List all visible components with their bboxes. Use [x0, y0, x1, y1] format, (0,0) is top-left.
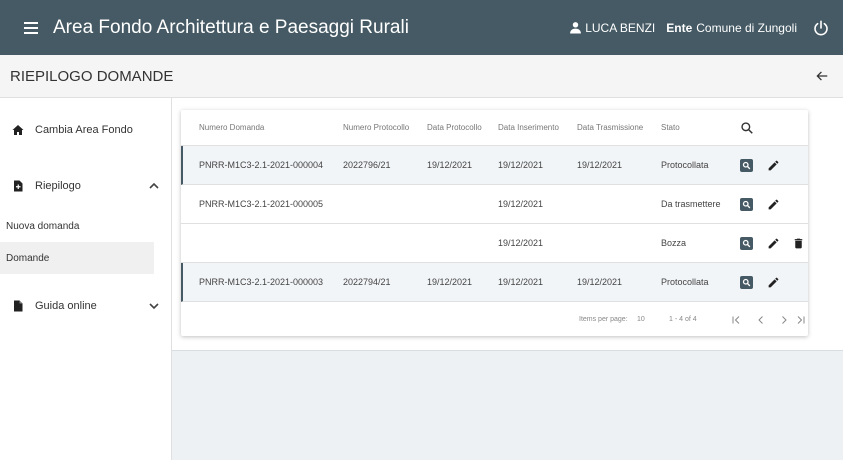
- sidebar-item-label: Riepilogo: [35, 180, 81, 192]
- ente-label: Ente: [666, 20, 693, 35]
- column-header-data-trasmissione[interactable]: Data Trasmissione: [577, 110, 643, 146]
- sidebar-item-domande[interactable]: Domande: [0, 242, 154, 274]
- app-title: Area Fondo Architettura e Paesaggi Rural…: [53, 16, 409, 38]
- cell-numero-protocollo: 2022796/21: [343, 160, 391, 170]
- sidebar-item-guida-online[interactable]: Guida online: [0, 296, 172, 316]
- sub-header: RIEPILOGO DOMANDE: [0, 55, 843, 98]
- delete-icon[interactable]: [792, 237, 805, 250]
- cell-data-inserimento: 19/12/2021: [498, 277, 544, 287]
- sidebar-item-label: Guida online: [35, 300, 97, 312]
- chevron-up-icon: [149, 182, 159, 189]
- table-header: Numero Domanda Numero Protocollo Data Pr…: [181, 110, 808, 146]
- back-arrow-icon[interactable]: [815, 69, 829, 83]
- cell-numero-protocollo: 2022794/21: [343, 277, 391, 287]
- sidebar-item-riepilogo[interactable]: Riepilogo: [0, 176, 172, 196]
- cell-data-inserimento: 19/12/2021: [498, 238, 544, 248]
- search-icon[interactable]: [740, 121, 754, 135]
- cell-stato: Protocollata: [661, 277, 709, 287]
- ente-value: Comune di Zungoli: [696, 20, 797, 35]
- sidebar-item-cambia-area[interactable]: Cambia Area Fondo: [0, 120, 172, 140]
- home-icon: [12, 125, 24, 135]
- next-page-icon[interactable]: [778, 314, 790, 326]
- chevron-down-icon: [149, 303, 159, 310]
- view-icon[interactable]: [740, 159, 753, 172]
- top-bar: Area Fondo Architettura e Paesaggi Rural…: [0, 0, 843, 55]
- table-row[interactable]: PNRR-M1C3-2.1-2021-000004 2022796/21 19/…: [181, 146, 808, 185]
- menu-icon[interactable]: [24, 21, 38, 34]
- cell-data-trasmissione: 19/12/2021: [577, 160, 623, 170]
- empty-panel: [172, 350, 843, 460]
- user-area: LUCA BENZI Ente Comune di Zungoli: [569, 20, 843, 36]
- user-name: LUCA BENZI: [585, 20, 656, 35]
- page-title: RIEPILOGO DOMANDE: [10, 67, 174, 85]
- last-page-icon[interactable]: [795, 314, 807, 326]
- column-header-stato[interactable]: Stato: [661, 110, 680, 146]
- edit-icon[interactable]: [767, 198, 780, 211]
- cell-data-inserimento: 19/12/2021: [498, 199, 544, 209]
- table-row[interactable]: 19/12/2021 Bozza: [181, 224, 808, 263]
- add-document-icon: [14, 180, 23, 192]
- user-icon: [570, 22, 582, 34]
- view-icon[interactable]: [740, 198, 753, 211]
- edit-icon[interactable]: [767, 237, 780, 250]
- cell-stato: Bozza: [661, 238, 687, 248]
- column-header-data-inserimento[interactable]: Data Inserimento: [498, 110, 559, 146]
- column-header-numero-protocollo[interactable]: Numero Protocollo: [343, 110, 409, 146]
- column-header-data-protocollo[interactable]: Data Protocollo: [427, 110, 482, 146]
- table-row[interactable]: PNRR-M1C3-2.1-2021-000005 19/12/2021 Da …: [181, 185, 808, 224]
- first-page-icon[interactable]: [730, 314, 742, 326]
- edit-icon[interactable]: [767, 159, 780, 172]
- cell-numero-domanda: PNRR-M1C3-2.1-2021-000005: [199, 199, 324, 209]
- document-icon: [14, 300, 23, 312]
- prev-page-icon[interactable]: [755, 314, 767, 326]
- cell-data-protocollo: 19/12/2021: [427, 160, 473, 170]
- content-area: Numero Domanda Numero Protocollo Data Pr…: [172, 98, 843, 460]
- page-range: 1 - 4 of 4: [669, 316, 697, 323]
- cell-data-inserimento: 19/12/2021: [498, 160, 544, 170]
- view-icon[interactable]: [740, 276, 753, 289]
- sidebar-item-nuova-domanda[interactable]: Nuova domanda: [0, 210, 154, 242]
- column-header-numero-domanda[interactable]: Numero Domanda: [199, 110, 264, 146]
- cell-numero-domanda: PNRR-M1C3-2.1-2021-000003: [199, 277, 324, 287]
- table-row[interactable]: PNRR-M1C3-2.1-2021-000003 2022794/21 19/…: [181, 263, 808, 302]
- cell-data-trasmissione: 19/12/2021: [577, 277, 623, 287]
- paginator: Items per page: 10 1 - 4 of 4: [181, 304, 808, 336]
- sidebar-item-label: Cambia Area Fondo: [35, 124, 133, 136]
- items-per-page-select[interactable]: 10: [637, 304, 645, 336]
- cell-numero-domanda: PNRR-M1C3-2.1-2021-000004: [199, 160, 324, 170]
- cell-stato: Protocollata: [661, 160, 709, 170]
- cell-data-protocollo: 19/12/2021: [427, 277, 473, 287]
- power-icon[interactable]: [813, 20, 829, 36]
- sidebar: Cambia Area Fondo Riepilogo Nuova domand…: [0, 98, 172, 460]
- edit-icon[interactable]: [767, 276, 780, 289]
- view-icon[interactable]: [740, 237, 753, 250]
- cell-stato: Da trasmettere: [661, 199, 721, 209]
- items-per-page-label: Items per page:: [579, 316, 628, 323]
- domande-table-card: Numero Domanda Numero Protocollo Data Pr…: [181, 110, 808, 336]
